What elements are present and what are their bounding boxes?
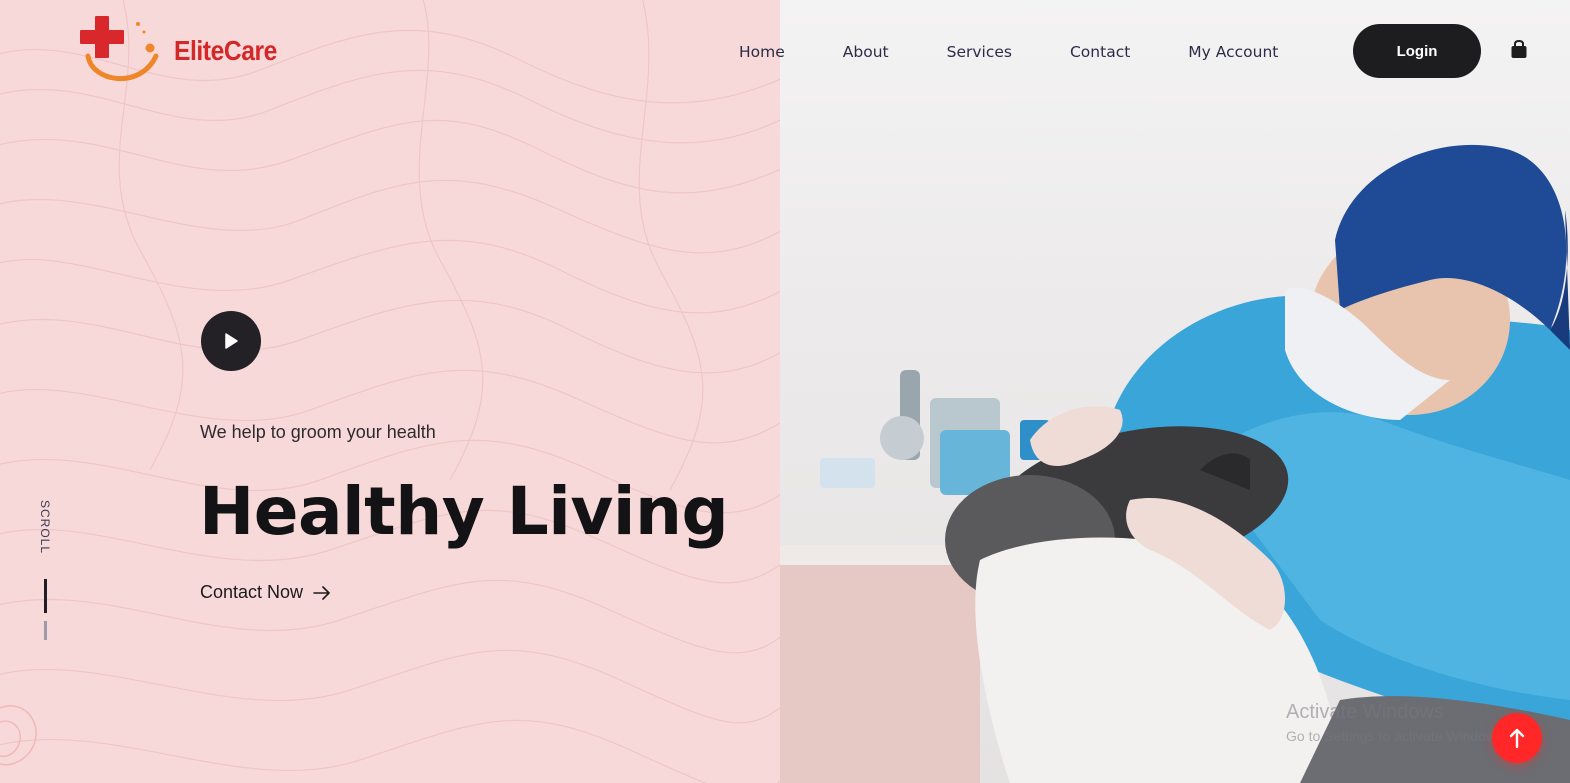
nav-item-contact[interactable]: Contact bbox=[1070, 40, 1130, 64]
contour-pattern-background bbox=[0, 0, 780, 783]
vet-examining-dog-illustration bbox=[780, 144, 1570, 783]
brand-name: EliteCare bbox=[174, 35, 277, 66]
watermark-title: Activate Windows bbox=[1286, 701, 1444, 723]
scroll-indicator-inactive-bar bbox=[44, 621, 47, 640]
watermark-subtitle: Go to Settings to activate Windows. bbox=[1286, 728, 1507, 744]
nav-item-my-account[interactable]: My Account bbox=[1188, 40, 1278, 64]
windows-activation-watermark: Activate Windows Go to Settings to activ… bbox=[1286, 701, 1507, 744]
play-icon bbox=[225, 333, 238, 349]
nav-item-home[interactable]: Home bbox=[739, 40, 785, 64]
medical-cross-logo-icon bbox=[80, 16, 159, 82]
scroll-indicator-active-bar bbox=[44, 579, 47, 613]
arrow-up-icon bbox=[1509, 728, 1525, 749]
contact-now-link[interactable]: Contact Now bbox=[200, 582, 331, 603]
cart-button[interactable] bbox=[1510, 39, 1528, 60]
hero-tagline: We help to groom your health bbox=[200, 422, 436, 442]
scroll-indicator-label: SCROLL bbox=[38, 500, 52, 555]
hero-image bbox=[780, 0, 1570, 783]
hero-left-panel: EliteCare We help to groom your health H… bbox=[0, 0, 780, 783]
main-nav: Home About Services Contact My Account bbox=[739, 40, 1278, 64]
contact-now-label: Contact Now bbox=[200, 582, 304, 602]
nav-item-about[interactable]: About bbox=[843, 40, 889, 64]
shopping-bag-icon bbox=[1511, 39, 1527, 58]
login-button[interactable]: Login bbox=[1353, 24, 1481, 78]
hero-headline: Healthy Living bbox=[199, 473, 729, 550]
play-video-button[interactable] bbox=[201, 311, 261, 371]
nav-item-services[interactable]: Services bbox=[947, 40, 1012, 64]
arrow-right-icon bbox=[313, 585, 330, 600]
back-to-top-button[interactable] bbox=[1492, 713, 1542, 763]
brand-logo[interactable]: EliteCare bbox=[78, 14, 288, 88]
